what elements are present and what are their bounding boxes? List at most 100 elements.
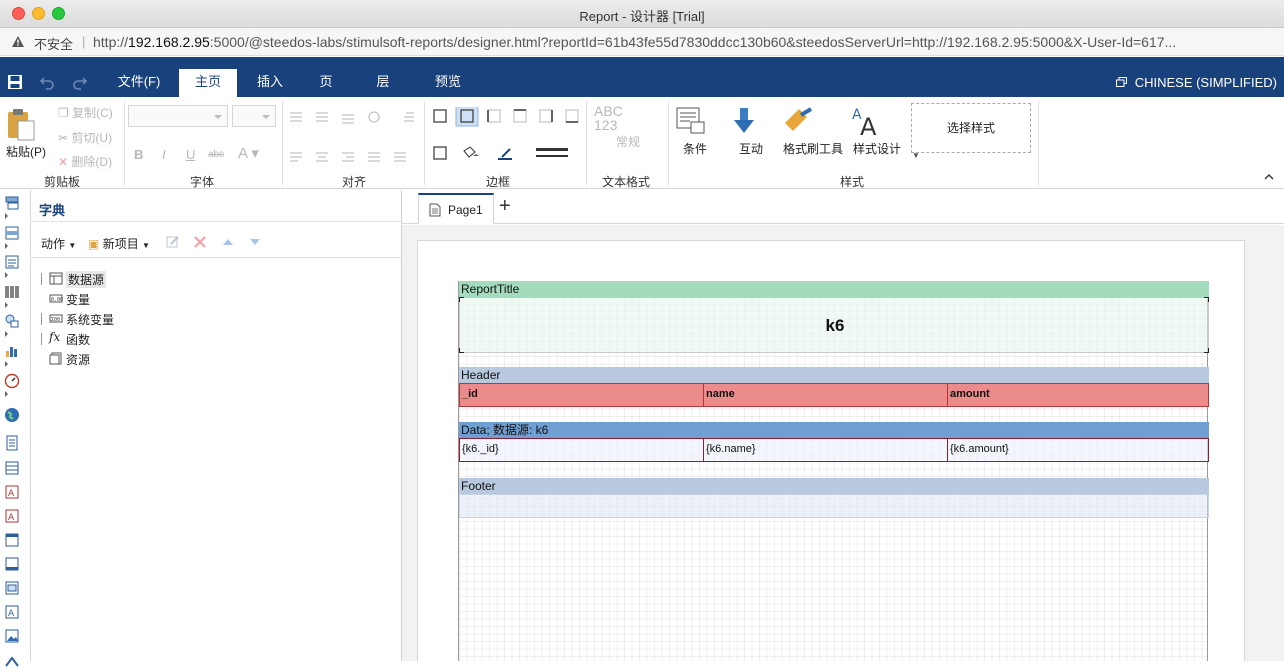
url-text[interactable]: http://192.168.2.95:5000/@steedos-labs/s… [93, 34, 1273, 50]
address-bar[interactable]: 不安全 | http://192.168.2.95:5000/@steedos-… [0, 28, 1284, 56]
shape-tool-icon[interactable] [4, 313, 20, 329]
cut-button[interactable]: ✂ 剪切(U) [58, 129, 112, 146]
expand-arrow-icon[interactable] [5, 213, 11, 219]
table-icon[interactable] [4, 460, 20, 476]
add-page-button[interactable]: + [499, 196, 511, 216]
expand-arrow-icon[interactable] [5, 302, 11, 308]
condition-icon[interactable] [676, 107, 706, 135]
paste-label[interactable]: 粘贴(P) [6, 143, 46, 160]
chart-tool-icon[interactable] [4, 343, 20, 359]
underline-button[interactable]: U [186, 147, 195, 162]
text-format-group-label: 文本格式 [601, 175, 650, 189]
bold-button[interactable]: B [134, 147, 143, 162]
move-down-icon[interactable] [248, 236, 262, 248]
edit-icon[interactable] [166, 235, 180, 249]
format-painter-icon[interactable] [783, 107, 815, 135]
data-band-header[interactable]: Data; 数据源: k6 [459, 422, 1209, 438]
header-cell-name[interactable]: name [704, 384, 948, 406]
report-page[interactable]: ReportTitle k6 Header _id name amount Da… [417, 240, 1245, 661]
expand-arrow-icon[interactable] [5, 391, 11, 397]
expand-toggle[interactable] [41, 313, 43, 325]
redo-icon[interactable] [72, 74, 88, 90]
header-cell-amount[interactable]: amount [948, 384, 1208, 406]
rich-text-icon[interactable]: A [4, 484, 20, 500]
tree-item-system-variable[interactable]: Σ00 系统变量 [41, 310, 161, 328]
collapse-ribbon-icon[interactable] [1264, 173, 1274, 181]
tab-preview[interactable]: 预览 [421, 69, 475, 97]
page-icon[interactable] [4, 435, 20, 451]
select-style-box[interactable]: 选择样式 [911, 103, 1031, 153]
strikethrough-button[interactable]: abc [208, 149, 224, 160]
paste-icon[interactable] [6, 107, 36, 141]
language-selector[interactable]: CHINESE (SIMPLIFIED) [1135, 75, 1277, 90]
text-in-cells-icon[interactable]: A [4, 508, 20, 524]
tree-item-label: 系统变量 [66, 313, 115, 327]
format-painter-label[interactable]: 格式刷工具 [783, 140, 843, 157]
interaction-icon[interactable] [732, 107, 756, 135]
tab-page[interactable]: 页 [305, 69, 347, 97]
report-title-text[interactable]: k6 [460, 316, 1210, 336]
expand-arrow-icon[interactable] [5, 331, 11, 337]
expand-arrow-icon[interactable] [5, 243, 11, 249]
tab-page1[interactable]: Page1 [418, 193, 494, 224]
cross-band-tool-icon[interactable] [4, 225, 20, 241]
report-title-band[interactable]: k6 [459, 297, 1209, 353]
band-tool-icon[interactable] [4, 195, 20, 211]
actions-menu-button[interactable]: 动作 ▼ [41, 235, 76, 252]
page-grid[interactable]: ReportTitle k6 Header _id name amount Da… [458, 281, 1209, 661]
tab-file[interactable]: 文件(F) [107, 69, 171, 97]
border-icons[interactable] [432, 107, 582, 167]
image-icon[interactable] [4, 628, 20, 644]
text-block-icon[interactable]: A [4, 604, 20, 620]
copy-button[interactable]: ❐ 复制(C) [58, 104, 113, 121]
save-icon[interactable] [7, 74, 23, 90]
expand-toggle[interactable] [41, 333, 43, 345]
header-cell-id[interactable]: _id [460, 384, 704, 406]
interaction-label[interactable]: 互动 [739, 140, 763, 157]
tool-more-icon[interactable] [4, 652, 20, 668]
security-indicator[interactable]: 不安全 [34, 34, 73, 53]
expand-arrow-icon[interactable] [5, 361, 11, 367]
tree-item-resource[interactable]: 资源 [41, 350, 141, 368]
data-cell-id[interactable]: {k6._id} [460, 439, 704, 461]
data-cell-name[interactable]: {k6.name} [704, 439, 948, 461]
text-format-normal[interactable]: 常规 [616, 133, 640, 150]
map-tool-icon[interactable] [4, 407, 20, 423]
text-tool-icon[interactable] [4, 254, 20, 270]
container-icon[interactable] [4, 556, 20, 572]
tree-item-variable[interactable]: 0.00 变量 [41, 290, 141, 308]
alignment-icons[interactable] [288, 109, 416, 179]
italic-button[interactable]: I [162, 147, 166, 162]
tab-page1-label: Page1 [448, 203, 483, 217]
undo-icon[interactable] [39, 74, 55, 90]
footer-band-header[interactable]: Footer [459, 478, 1209, 494]
restore-window-icon[interactable] [1116, 77, 1127, 87]
style-design-icon[interactable]: A A [852, 105, 884, 137]
tab-home[interactable]: 主页 [179, 69, 237, 97]
report-title-band-header[interactable]: ReportTitle [459, 281, 1209, 297]
delete-button[interactable]: ✕ 删除(D) [58, 153, 112, 170]
new-item-label: 新项目 [102, 237, 139, 251]
data-cell-amount[interactable]: {k6.amount} [948, 439, 1208, 461]
subreport-icon[interactable] [4, 580, 20, 596]
font-size-combo[interactable] [232, 105, 276, 127]
remove-icon[interactable] [193, 235, 207, 249]
move-up-icon[interactable] [221, 236, 235, 248]
condition-label[interactable]: 条件 [683, 140, 707, 157]
header-band-header[interactable]: Header [459, 367, 1209, 383]
barcode-tool-icon[interactable] [4, 284, 20, 300]
style-design-label[interactable]: 样式设计 [853, 140, 901, 157]
font-color-button[interactable]: A ▾ [238, 144, 259, 162]
gauge-tool-icon[interactable] [4, 373, 20, 389]
font-name-combo[interactable] [128, 105, 228, 127]
footer-band[interactable] [459, 494, 1209, 518]
text-format-sample[interactable]: ABC 123 [594, 104, 634, 132]
tree-item-function[interactable]: fx 函数 [41, 330, 141, 348]
expand-arrow-icon[interactable] [5, 272, 11, 278]
tree-item-datasource[interactable]: 数据源 [41, 270, 141, 288]
tab-layer[interactable]: 层 [362, 69, 404, 97]
panel-icon[interactable] [4, 532, 20, 548]
expand-toggle[interactable] [41, 273, 43, 285]
tab-insert[interactable]: 插入 [243, 69, 297, 97]
new-item-menu-button[interactable]: ▣ 新项目 ▼ [88, 235, 150, 252]
